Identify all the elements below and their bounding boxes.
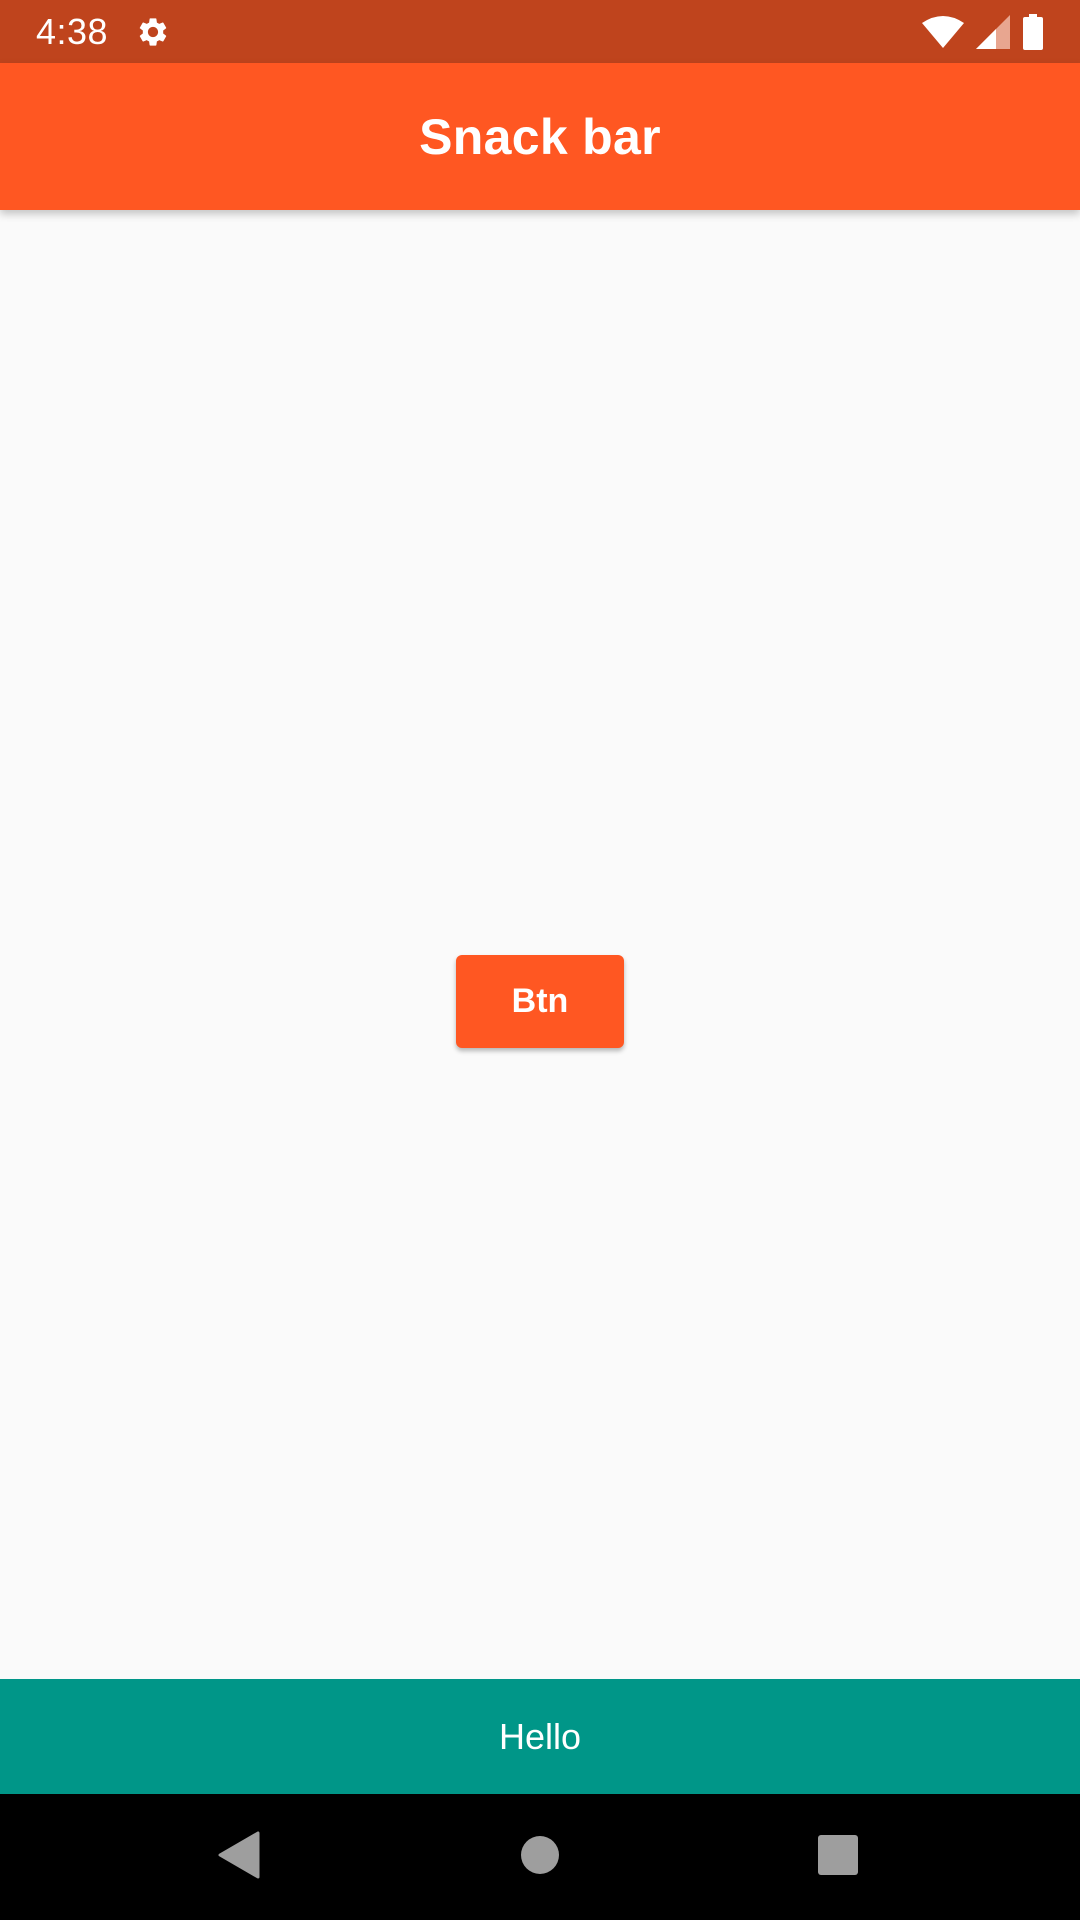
- home-icon: [520, 1835, 560, 1880]
- back-button[interactable]: [170, 1794, 310, 1920]
- snackbar: Hello: [0, 1679, 1080, 1794]
- main-content: Btn: [0, 210, 1080, 1679]
- home-button[interactable]: [470, 1794, 610, 1920]
- signal-icon: [976, 14, 1010, 49]
- snackbar-message: Hello: [498, 1715, 582, 1757]
- screen: 4:38 Snack bar Btn Hello: [0, 0, 1080, 1920]
- settings-icon: [136, 15, 170, 49]
- recents-button[interactable]: [768, 1794, 908, 1920]
- wifi-icon: [922, 15, 964, 49]
- status-time: 4:38: [36, 10, 109, 52]
- status-right: [922, 13, 1044, 50]
- status-left: 4:38: [36, 11, 170, 53]
- recents-icon: [818, 1834, 858, 1880]
- back-icon: [218, 1831, 262, 1884]
- navigation-bar: [0, 1794, 1080, 1920]
- show-snackbar-button[interactable]: Btn: [456, 955, 624, 1048]
- status-bar: 4:38: [0, 0, 1080, 63]
- page-title: Snack bar: [419, 108, 661, 165]
- app-bar: Snack bar: [0, 63, 1080, 210]
- battery-icon: [1022, 13, 1044, 50]
